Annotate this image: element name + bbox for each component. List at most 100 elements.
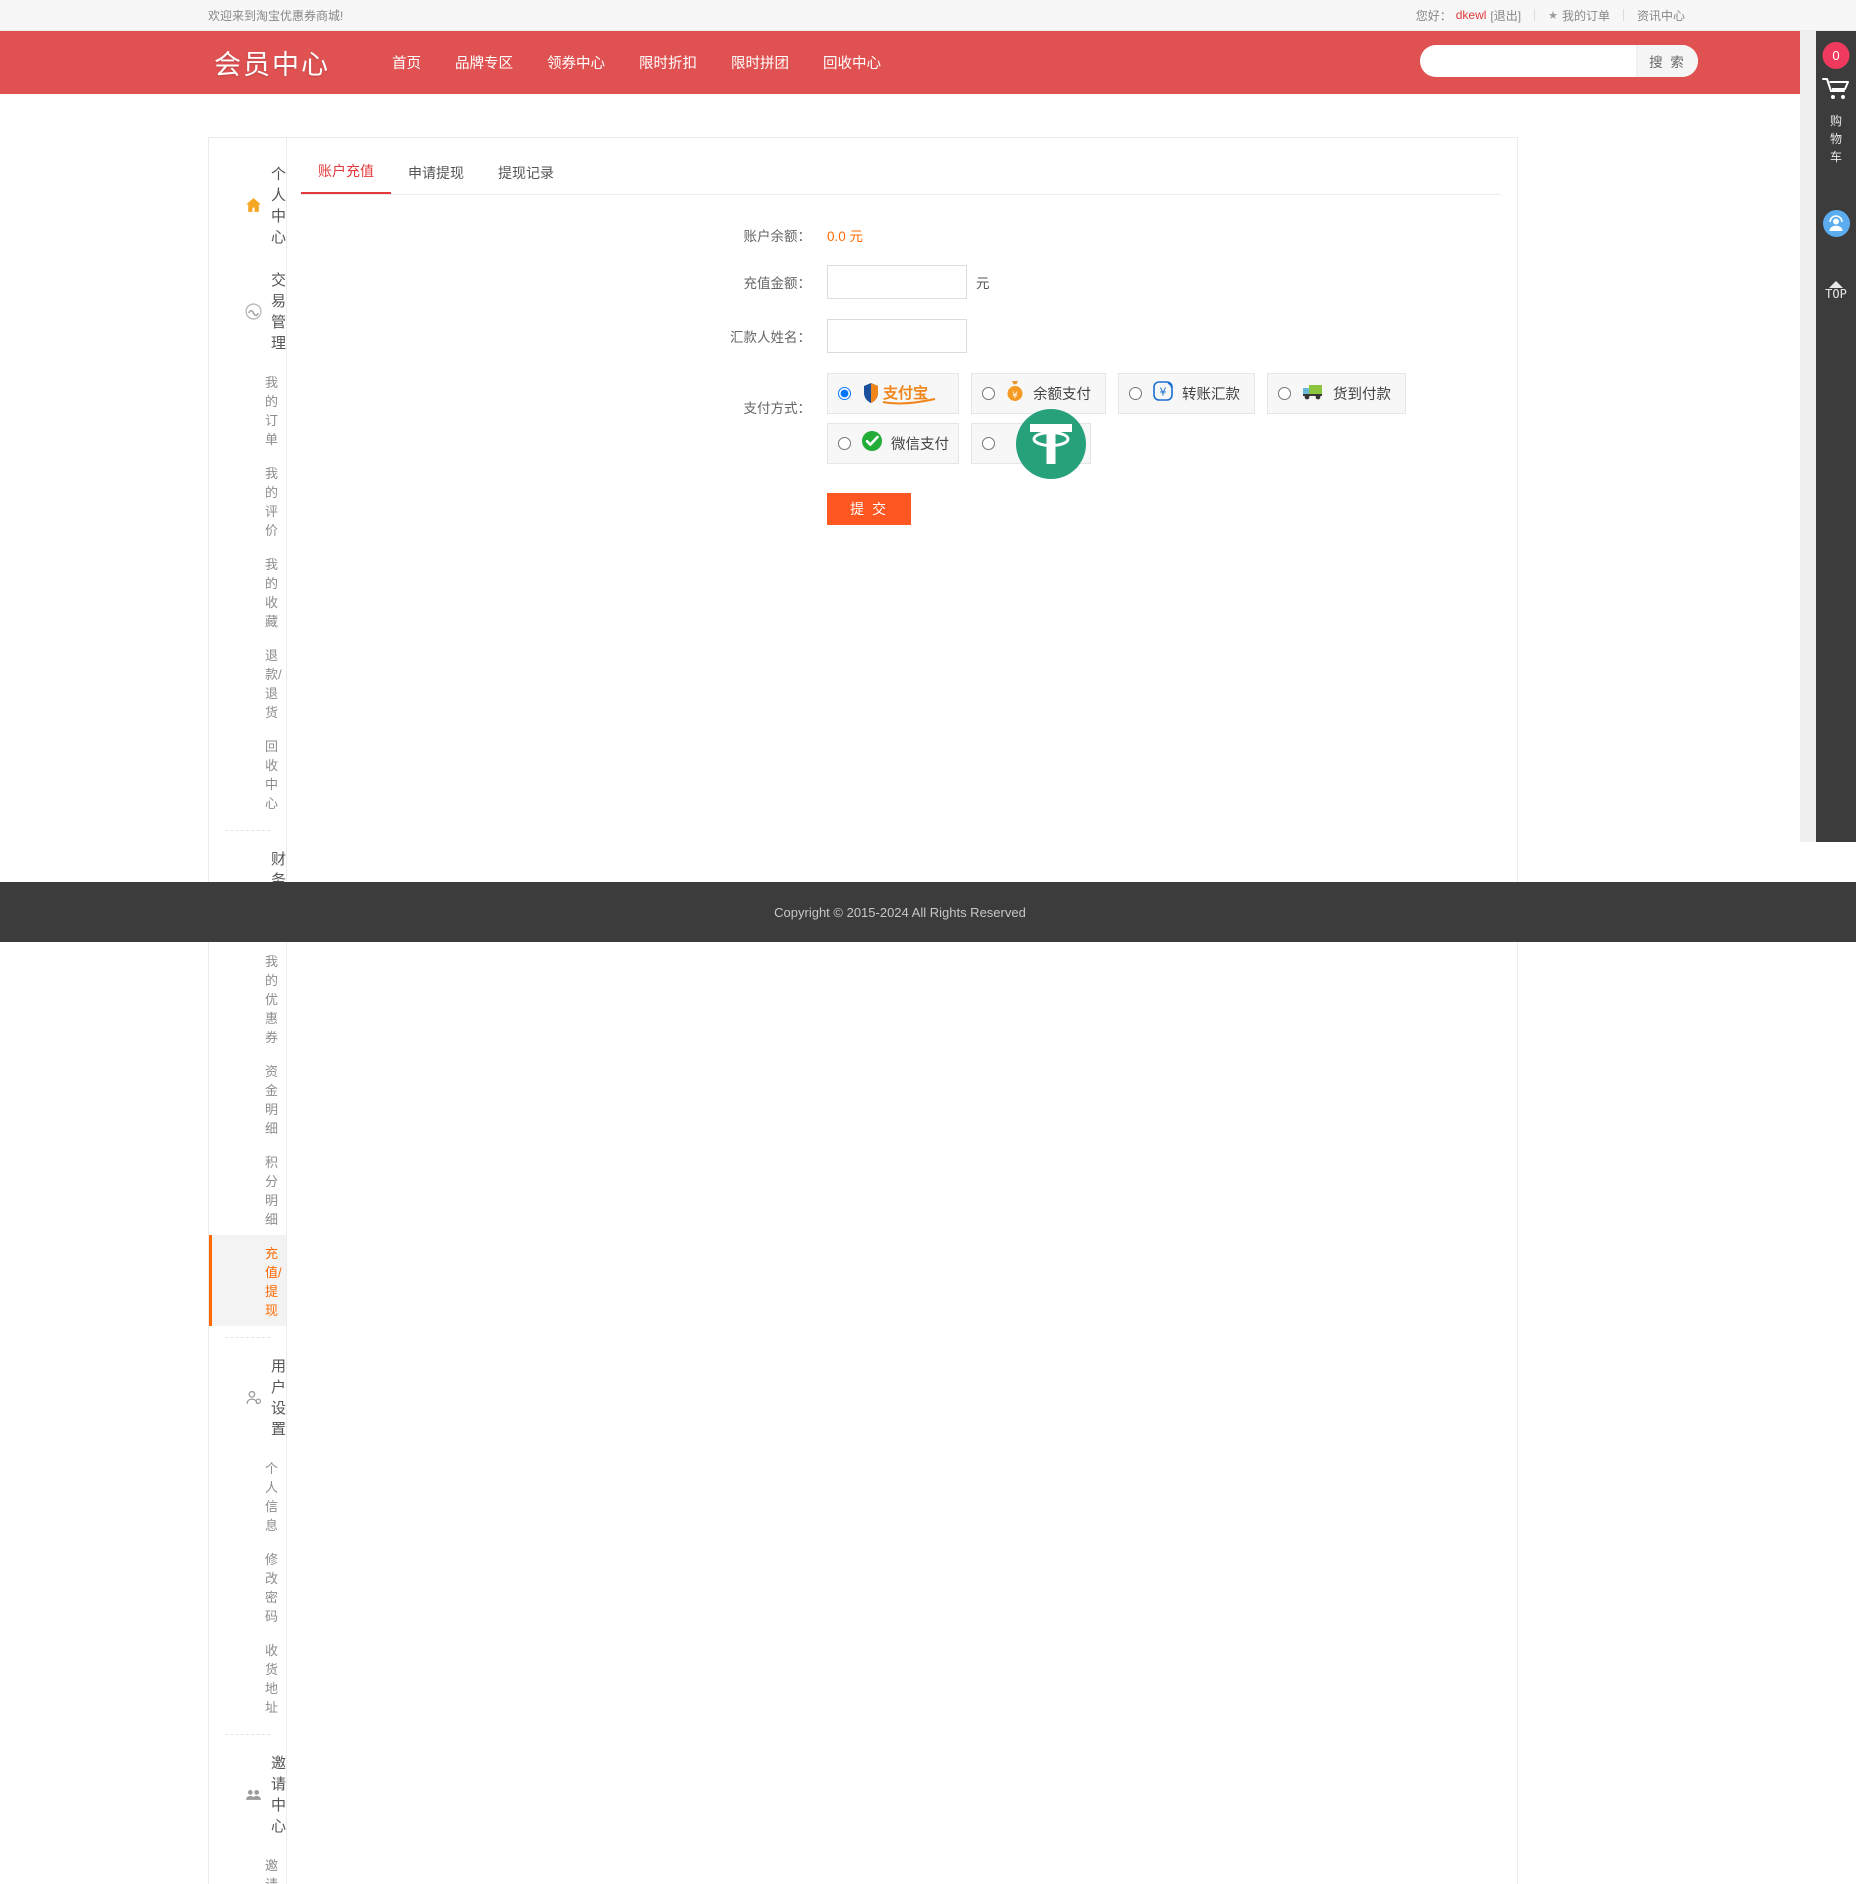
cart-icon[interactable] <box>1822 77 1850 106</box>
site-header: 会员中心 首页 品牌专区 领券中心 限时折扣 限时拼团 回收中心 搜 索 <box>0 31 1856 94</box>
tab-withdraw-records[interactable]: 提现记录 <box>481 163 571 194</box>
row-payment-methods: 支付方式： 支付宝 <box>287 373 1517 473</box>
sidebar-item-my-favorites[interactable]: 我的收藏 <box>209 546 286 637</box>
payment-radio-cod[interactable] <box>1278 387 1291 400</box>
welcome-text: 欢迎来到淘宝优惠券商城! <box>158 7 343 24</box>
back-to-top-button[interactable]: TOP <box>1825 281 1847 300</box>
sidebar-item-recharge-withdraw[interactable]: 充值/提现 <box>209 1235 286 1326</box>
site-logo[interactable]: 会员中心 <box>214 43 330 82</box>
sidebar-item-user-settings[interactable]: 用户设置 <box>209 1344 286 1450</box>
news-center-link[interactable]: 资讯中心 <box>1624 7 1698 24</box>
payment-method-label: 支付方式： <box>287 373 827 417</box>
remitter-label: 汇款人姓名： <box>287 326 827 346</box>
payment-label-balance: 余额支付 <box>1033 383 1091 404</box>
sidebar-item-refund-return[interactable]: 退款/退货 <box>209 637 286 728</box>
payment-label-wechat: 微信支付 <box>891 433 949 454</box>
svg-text:支付宝: 支付宝 <box>882 384 928 402</box>
sidebar-group-user-settings: 用户设置 个人信息 修改密码 收货地址 <box>209 1344 286 1723</box>
invite-icon <box>245 1786 262 1803</box>
tab-apply-withdraw[interactable]: 申请提现 <box>391 163 481 194</box>
sidebar-group-transaction: 交易管理 我的订单 我的评价 我的收藏 退款/退货 回收中心 <box>209 258 286 819</box>
sidebar-item-my-coupons[interactable]: 我的优惠券 <box>209 943 286 1053</box>
nav-item-group[interactable]: 限时拼团 <box>714 52 806 73</box>
payment-radio-transfer[interactable] <box>1129 387 1142 400</box>
sidebar-group-personal: 个人中心 <box>209 152 286 258</box>
search-box: 搜 索 <box>1420 45 1698 77</box>
nav-item-home[interactable]: 首页 <box>375 52 438 73</box>
copyright-text: Copyright © 2015-2024 All Rights Reserve… <box>158 905 1698 920</box>
sidebar-item-my-reviews[interactable]: 我的评价 <box>209 455 286 546</box>
page-body: 个人中心 交易管理 我的订单 我的评价 我的收藏 退款/退货 回收中心 <box>158 94 1698 1884</box>
news-center-label: 资讯中心 <box>1637 7 1685 24</box>
site-footer: Copyright © 2015-2024 All Rights Reserve… <box>0 882 1856 942</box>
my-orders-label: 我的订单 <box>1562 7 1610 24</box>
payment-label-transfer: 转账汇款 <box>1182 383 1240 404</box>
search-button[interactable]: 搜 索 <box>1636 45 1698 77</box>
payment-option-transfer[interactable]: ¥ 转账汇款 <box>1118 373 1255 414</box>
sidebar-item-personal-info[interactable]: 个人信息 <box>209 1450 286 1541</box>
amount-label: 充值金额： <box>287 272 827 292</box>
amount-input[interactable] <box>827 265 967 299</box>
main-nav: 首页 品牌专区 领券中心 限时折扣 限时拼团 回收中心 <box>375 52 898 73</box>
wechat-pay-icon <box>861 430 883 457</box>
payment-radio-alipay[interactable] <box>838 387 851 400</box>
amount-unit: 元 <box>976 272 990 292</box>
page-scrollbar[interactable] <box>1800 31 1816 842</box>
sidebar-separator-3 <box>225 1734 270 1735</box>
home-icon <box>245 197 262 214</box>
sidebar-item-invite-friends[interactable]: 邀请好友 <box>209 1847 286 1884</box>
logout-link[interactable]: [退出] <box>1490 7 1521 24</box>
sidebar-group-title: 用户设置 <box>271 1355 286 1439</box>
sidebar: 个人中心 交易管理 我的订单 我的评价 我的收藏 退款/退货 回收中心 <box>208 137 286 1884</box>
cart-label[interactable]: 购物车 <box>1829 112 1843 166</box>
sidebar-item-recycle-center[interactable]: 回收中心 <box>209 728 286 819</box>
nav-item-coupon[interactable]: 领券中心 <box>530 52 622 73</box>
sidebar-group-title: 个人中心 <box>271 163 286 247</box>
right-rail: 0 购物车 TOP <box>1816 31 1856 842</box>
row-remitter: 汇款人姓名： <box>287 319 1517 353</box>
search-input[interactable] <box>1420 45 1636 77</box>
payment-option-usdt[interactable] <box>971 423 1091 464</box>
sidebar-item-my-orders[interactable]: 我的订单 <box>209 364 286 455</box>
sidebar-item-invite-center[interactable]: 邀请中心 <box>209 1741 286 1847</box>
tab-bar: 账户充值 申请提现 提现记录 <box>301 152 1501 195</box>
balance-label: 账户余额： <box>287 225 827 245</box>
payment-label-cod: 货到付款 <box>1333 383 1391 404</box>
payment-option-wechat[interactable]: 微信支付 <box>827 423 959 464</box>
truck-icon <box>1301 381 1325 406</box>
svg-text:¥: ¥ <box>1012 391 1018 401</box>
main-panel: 账户充值 申请提现 提现记录 账户余额： 0.0 元 充值金额： 元 汇款人姓名… <box>286 137 1518 1884</box>
sidebar-item-change-password[interactable]: 修改密码 <box>209 1541 286 1632</box>
nav-item-recycle[interactable]: 回收中心 <box>806 52 898 73</box>
tab-account-recharge[interactable]: 账户充值 <box>301 161 391 194</box>
sidebar-item-shipping-address[interactable]: 收货地址 <box>209 1632 286 1723</box>
transaction-icon <box>245 303 262 320</box>
user-settings-icon <box>245 1389 262 1406</box>
balance-value: 0.0 元 <box>827 225 863 245</box>
my-orders-link[interactable]: ★ 我的订单 <box>1535 7 1623 24</box>
remitter-input[interactable] <box>827 319 967 353</box>
payment-option-cod[interactable]: 货到付款 <box>1267 373 1406 414</box>
payment-method-group: 支付宝 ¥ <box>827 373 1517 473</box>
sidebar-item-points-details[interactable]: 积分明细 <box>209 1144 286 1235</box>
sidebar-group-title: 邀请中心 <box>271 1752 286 1836</box>
nav-item-discount[interactable]: 限时折扣 <box>622 52 714 73</box>
payment-radio-wechat[interactable] <box>838 437 851 450</box>
alipay-icon: 支付宝 <box>861 381 961 407</box>
customer-service-icon[interactable] <box>1823 210 1850 237</box>
money-bag-icon: ¥ <box>1005 380 1025 407</box>
back-to-top-label: TOP <box>1825 289 1847 300</box>
transfer-icon: ¥ <box>1152 380 1174 407</box>
submit-button[interactable]: 提 交 <box>827 493 911 525</box>
payment-option-alipay[interactable]: 支付宝 <box>827 373 959 414</box>
sidebar-item-transaction-management[interactable]: 交易管理 <box>209 258 286 364</box>
sidebar-item-personal-center[interactable]: 个人中心 <box>209 152 286 258</box>
username-link[interactable]: dkewl <box>1456 8 1487 22</box>
payment-radio-balance[interactable] <box>982 387 995 400</box>
sidebar-item-fund-details[interactable]: 资金明细 <box>209 1053 286 1144</box>
svg-text:¥: ¥ <box>1160 386 1167 399</box>
nav-item-brand[interactable]: 品牌专区 <box>438 52 530 73</box>
payment-radio-usdt[interactable] <box>982 437 995 450</box>
cart-count-badge: 0 <box>1823 42 1850 69</box>
sidebar-group-invite: 邀请中心 邀请好友 我的收益 <box>209 1741 286 1884</box>
